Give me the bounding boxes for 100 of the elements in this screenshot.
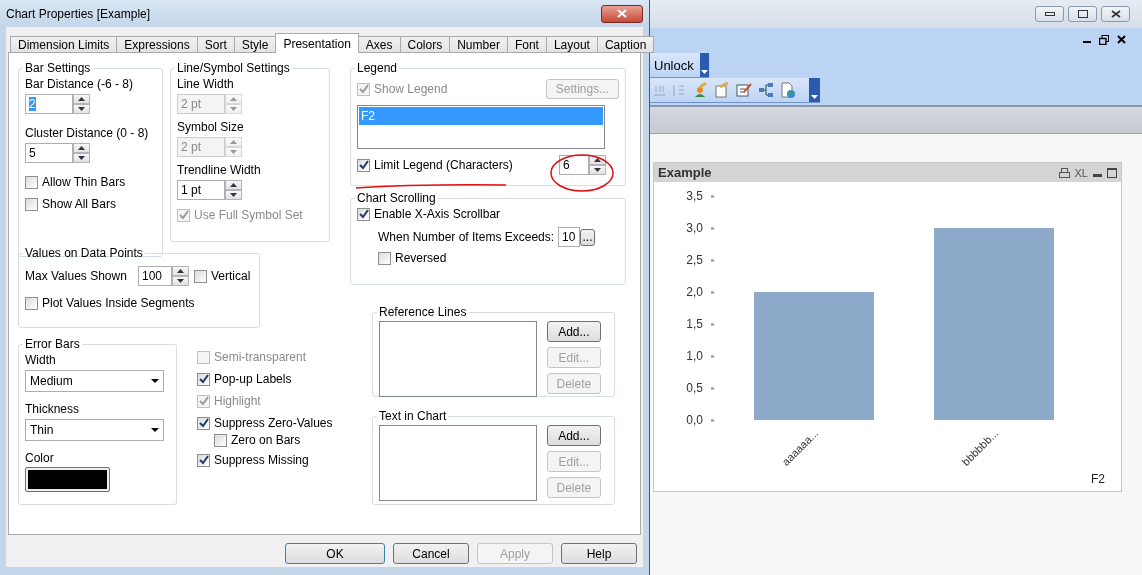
help-button[interactable]: Help [561, 543, 637, 564]
checkbox[interactable] [214, 433, 227, 447]
number-field[interactable]: 6 [559, 155, 589, 175]
checkbox[interactable] [194, 269, 207, 283]
check-icon [198, 396, 209, 406]
close-icon[interactable] [1117, 35, 1126, 44]
tab[interactable]: Colors [399, 36, 451, 53]
spin-down-button[interactable] [73, 104, 90, 114]
maximize-icon[interactable] [1107, 167, 1117, 178]
tab[interactable]: Font [506, 36, 547, 53]
edit-icon[interactable] [736, 82, 752, 98]
down-arrow-icon [230, 193, 237, 197]
spin-up-button[interactable] [225, 180, 242, 190]
axis-tick-label: 1,0 [686, 349, 703, 363]
add-button[interactable]: Add... [546, 321, 601, 342]
toolbar-overflow-icon[interactable] [699, 53, 709, 77]
field-label: Max Values Shown [25, 269, 128, 283]
group-title: Chart Scrolling [356, 191, 437, 205]
add-button[interactable]: Add... [546, 425, 601, 446]
checkbox-label: Vertical [211, 269, 251, 283]
spin-down-button[interactable] [225, 190, 242, 200]
number-field[interactable]: 1 pt [177, 180, 225, 200]
restore-icon[interactable] [1099, 35, 1109, 45]
axis-tick-label: 0,0 [686, 413, 703, 427]
close-button[interactable] [1101, 6, 1130, 22]
down-arrow-icon [78, 107, 85, 111]
axis-tick-label: 3,5 [686, 189, 703, 203]
spin-up-button[interactable] [73, 143, 90, 153]
field-label: Width [25, 353, 57, 367]
tab[interactable]: Number [449, 36, 508, 53]
checkbox[interactable] [25, 197, 38, 211]
hierarchy-icon[interactable] [758, 82, 774, 98]
checkbox[interactable] [197, 453, 210, 467]
tab[interactable]: Caption [596, 36, 655, 53]
group-title: Text in Chart [378, 409, 448, 423]
printer-icon[interactable] [1058, 167, 1070, 178]
tab[interactable]: Style [233, 36, 277, 53]
globe-document-icon[interactable] [780, 82, 796, 98]
check-icon [198, 455, 209, 465]
up-arrow-icon [594, 158, 601, 162]
tab[interactable]: Presentation [275, 33, 359, 53]
tab[interactable]: Layout [545, 36, 598, 53]
cancel-button[interactable]: Cancel [393, 543, 469, 564]
group-title: Legend [356, 61, 399, 75]
number-field[interactable]: 10 [558, 227, 580, 247]
tab[interactable]: Dimension Limits [10, 36, 118, 53]
group-title: Reference Lines [378, 305, 468, 319]
number-field[interactable]: 100 [138, 266, 172, 286]
field-label: Cluster Distance (0 - 8) [25, 126, 150, 140]
checkbox-label: Zero on Bars [231, 433, 301, 447]
checkbox-label: Show All Bars [42, 197, 117, 211]
checkbox-label: Suppress Zero-Values [214, 416, 333, 430]
tick-mark [711, 355, 714, 358]
down-arrow-icon [177, 279, 184, 283]
checkbox-label: Limit Legend (Characters) [374, 158, 513, 172]
spin-down-button[interactable] [73, 153, 90, 163]
checkbox[interactable] [357, 158, 370, 172]
dropdown[interactable]: Medium [25, 370, 164, 392]
check-icon [198, 374, 209, 384]
down-arrow-icon [78, 156, 85, 160]
field-label: Thickness [25, 402, 81, 416]
checkbox[interactable] [378, 251, 391, 265]
axis-tick-label: 2,0 [686, 285, 703, 299]
up-arrow-icon [78, 97, 85, 101]
maximize-button[interactable] [1068, 6, 1097, 22]
field-label: Trendline Width [177, 163, 262, 177]
text-list[interactable] [379, 425, 537, 501]
number-field[interactable]: 5 [25, 143, 73, 163]
close-button[interactable] [601, 4, 643, 23]
tick-mark [711, 227, 714, 230]
tab[interactable]: Axes [357, 36, 401, 53]
checkbox[interactable] [25, 296, 38, 310]
group-title: Line/Symbol Settings [176, 61, 291, 75]
spin-up-button[interactable] [73, 94, 90, 104]
minimize-button[interactable] [1035, 6, 1064, 22]
tab[interactable]: Sort [196, 36, 235, 53]
spin-up-button[interactable] [172, 266, 189, 276]
spin-down-button[interactable] [589, 165, 606, 175]
checkbox[interactable] [197, 416, 210, 430]
ok-button[interactable]: OK [285, 543, 385, 564]
tick-mark [711, 387, 714, 390]
checkbox-label: Highlight [214, 394, 261, 408]
down-arrow-icon [230, 150, 237, 154]
close-icon [1110, 10, 1121, 18]
spin-down-button[interactable] [172, 276, 189, 286]
checkbox-label: Enable X-Axis Scrollbar [374, 207, 501, 221]
axis-tick-label: 1,5 [686, 317, 703, 331]
reference-lines-list[interactable] [379, 321, 537, 397]
group-title: Values on Data Points [24, 246, 144, 260]
toolbar-overflow-icon[interactable] [809, 78, 820, 102]
check-icon [358, 160, 369, 170]
excel-export-button[interactable]: XL [1074, 166, 1088, 179]
caret-icon [151, 379, 159, 383]
tab[interactable]: Expressions [116, 36, 198, 53]
browse-button[interactable]: ... [580, 228, 595, 246]
checkbox[interactable] [357, 207, 370, 221]
checkbox[interactable] [197, 372, 210, 386]
checkbox[interactable] [25, 175, 38, 189]
dropdown[interactable]: Thin [25, 419, 164, 441]
axis-tick-label: 3,0 [686, 221, 703, 235]
